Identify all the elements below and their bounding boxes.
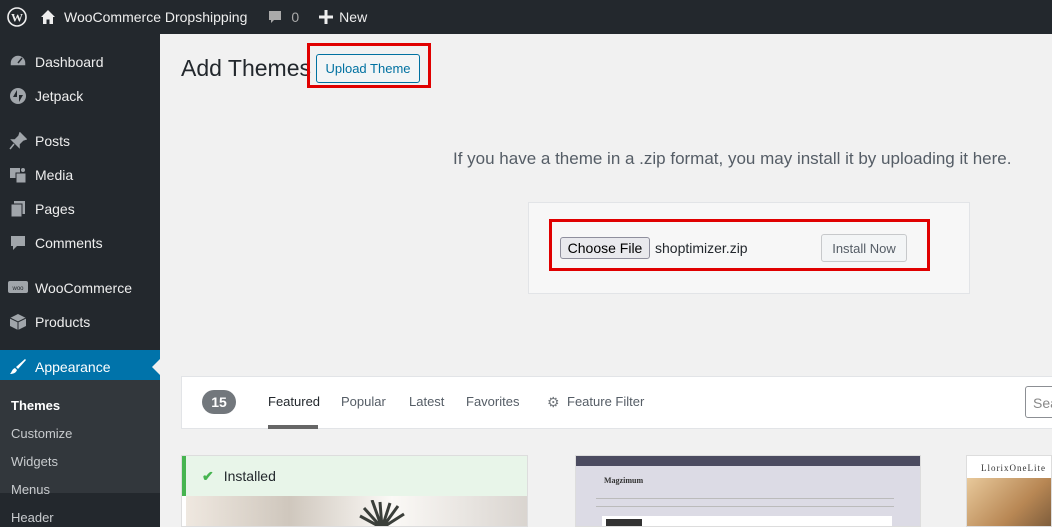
sidebar-item-label: Dashboard xyxy=(35,54,104,70)
sidebar-item-appearance[interactable]: Appearance xyxy=(0,350,160,384)
theme-search-input[interactable]: Search xyxy=(1025,386,1052,418)
svg-text:woo: woo xyxy=(11,286,24,292)
submenu-item-menus[interactable]: Menus xyxy=(11,482,50,497)
sidebar-item-label: Posts xyxy=(35,133,71,149)
sidebar-item-products[interactable]: Products xyxy=(0,305,160,339)
tab-favorites[interactable]: Favorites xyxy=(466,394,519,409)
sidebar-item-dashboard[interactable]: Dashboard xyxy=(0,45,160,79)
theme-preview-nav xyxy=(596,498,894,507)
theme-preview-tag xyxy=(606,519,642,526)
woo-icon: woo xyxy=(0,280,36,296)
sidebar-item-pages[interactable]: Pages xyxy=(0,192,160,226)
sidebar-item-media[interactable]: Media xyxy=(0,158,160,192)
tab-popular[interactable]: Popular xyxy=(341,394,386,409)
active-tab-underline xyxy=(268,425,318,429)
feature-filter-button[interactable]: Feature Filter xyxy=(567,394,644,409)
appearance-submenu: Themes Customize Widgets Menus Header xyxy=(0,380,160,525)
sidebar-item-woocommerce[interactable]: woo WooCommerce xyxy=(0,271,160,305)
tab-latest[interactable]: Latest xyxy=(409,394,444,409)
submenu-item-header[interactable]: Header xyxy=(11,510,54,525)
theme-preview-title: Magzimum xyxy=(604,476,644,485)
installed-label: Installed xyxy=(223,468,276,484)
theme-preview-topbar xyxy=(576,456,920,466)
search-placeholder: Search xyxy=(1033,395,1052,411)
sidebar-item-posts[interactable]: Posts xyxy=(0,124,160,158)
sidebar-item-label: Pages xyxy=(35,201,75,217)
comments-link[interactable]: 0 xyxy=(259,0,307,34)
comment-icon xyxy=(0,234,36,252)
box-icon xyxy=(0,313,36,331)
svg-text:W: W xyxy=(11,11,23,25)
comments-count: 0 xyxy=(291,9,300,25)
pin-icon xyxy=(0,132,36,150)
page-title: Add Themes xyxy=(181,55,311,81)
theme-card-magzimum[interactable]: Magzimum xyxy=(575,455,921,527)
wordpress-logo-icon[interactable]: W xyxy=(0,0,34,34)
choose-file-button[interactable]: Choose File xyxy=(560,237,650,259)
home-icon xyxy=(41,10,55,24)
install-now-button[interactable]: Install Now xyxy=(821,234,907,262)
media-icon xyxy=(0,166,36,184)
sidebar-item-label: Products xyxy=(35,314,91,330)
theme-screenshot xyxy=(967,478,1051,526)
tab-featured[interactable]: Featured xyxy=(268,394,320,409)
sidebar-item-label: Comments xyxy=(35,235,103,251)
sidebar-item-label: Jetpack xyxy=(35,88,84,104)
sidebar-item-label: WooCommerce xyxy=(35,280,132,296)
sidebar-item-comments[interactable]: Comments xyxy=(0,226,160,260)
submenu-item-themes[interactable]: Themes xyxy=(11,398,60,413)
admin-bar: W WooCommerce Dropshipping 0 New xyxy=(0,0,1052,34)
sidebar-item-label: Appearance xyxy=(35,359,111,375)
selected-file-name: shoptimizer.zip xyxy=(655,240,748,256)
gear-icon[interactable]: ⚙ xyxy=(547,394,560,411)
brush-icon xyxy=(0,358,36,376)
new-label: New xyxy=(339,9,368,25)
comment-bubble-icon xyxy=(269,11,282,23)
checkmark-icon: ✔ xyxy=(202,467,214,484)
site-name: WooCommerce Dropshipping xyxy=(64,9,248,25)
new-content-link[interactable]: New xyxy=(311,0,375,34)
theme-preview-title: LlorixOneLite xyxy=(981,463,1046,473)
sidebar-item-jetpack[interactable]: Jetpack xyxy=(0,79,160,113)
submenu-item-widgets[interactable]: Widgets xyxy=(11,454,58,469)
site-name-link[interactable]: WooCommerce Dropshipping xyxy=(34,0,255,34)
theme-preview-content xyxy=(602,516,892,526)
plus-icon xyxy=(319,10,334,24)
submenu-item-customize[interactable]: Customize xyxy=(11,426,72,441)
pages-icon xyxy=(0,200,36,218)
sidebar-item-label: Media xyxy=(35,167,74,183)
theme-card-installed[interactable]: ✔ Installed xyxy=(181,455,528,527)
installed-notice: ✔ Installed xyxy=(182,456,527,496)
plant-image-icon xyxy=(359,500,405,526)
dashboard-icon xyxy=(0,53,36,71)
jetpack-icon xyxy=(0,87,36,105)
theme-count-badge: 15 xyxy=(202,390,236,414)
theme-card-llorix[interactable]: LlorixOneLite xyxy=(966,455,1052,527)
upload-theme-button[interactable]: Upload Theme xyxy=(316,54,420,83)
upload-help-text: If you have a theme in a .zip format, yo… xyxy=(453,149,1012,168)
